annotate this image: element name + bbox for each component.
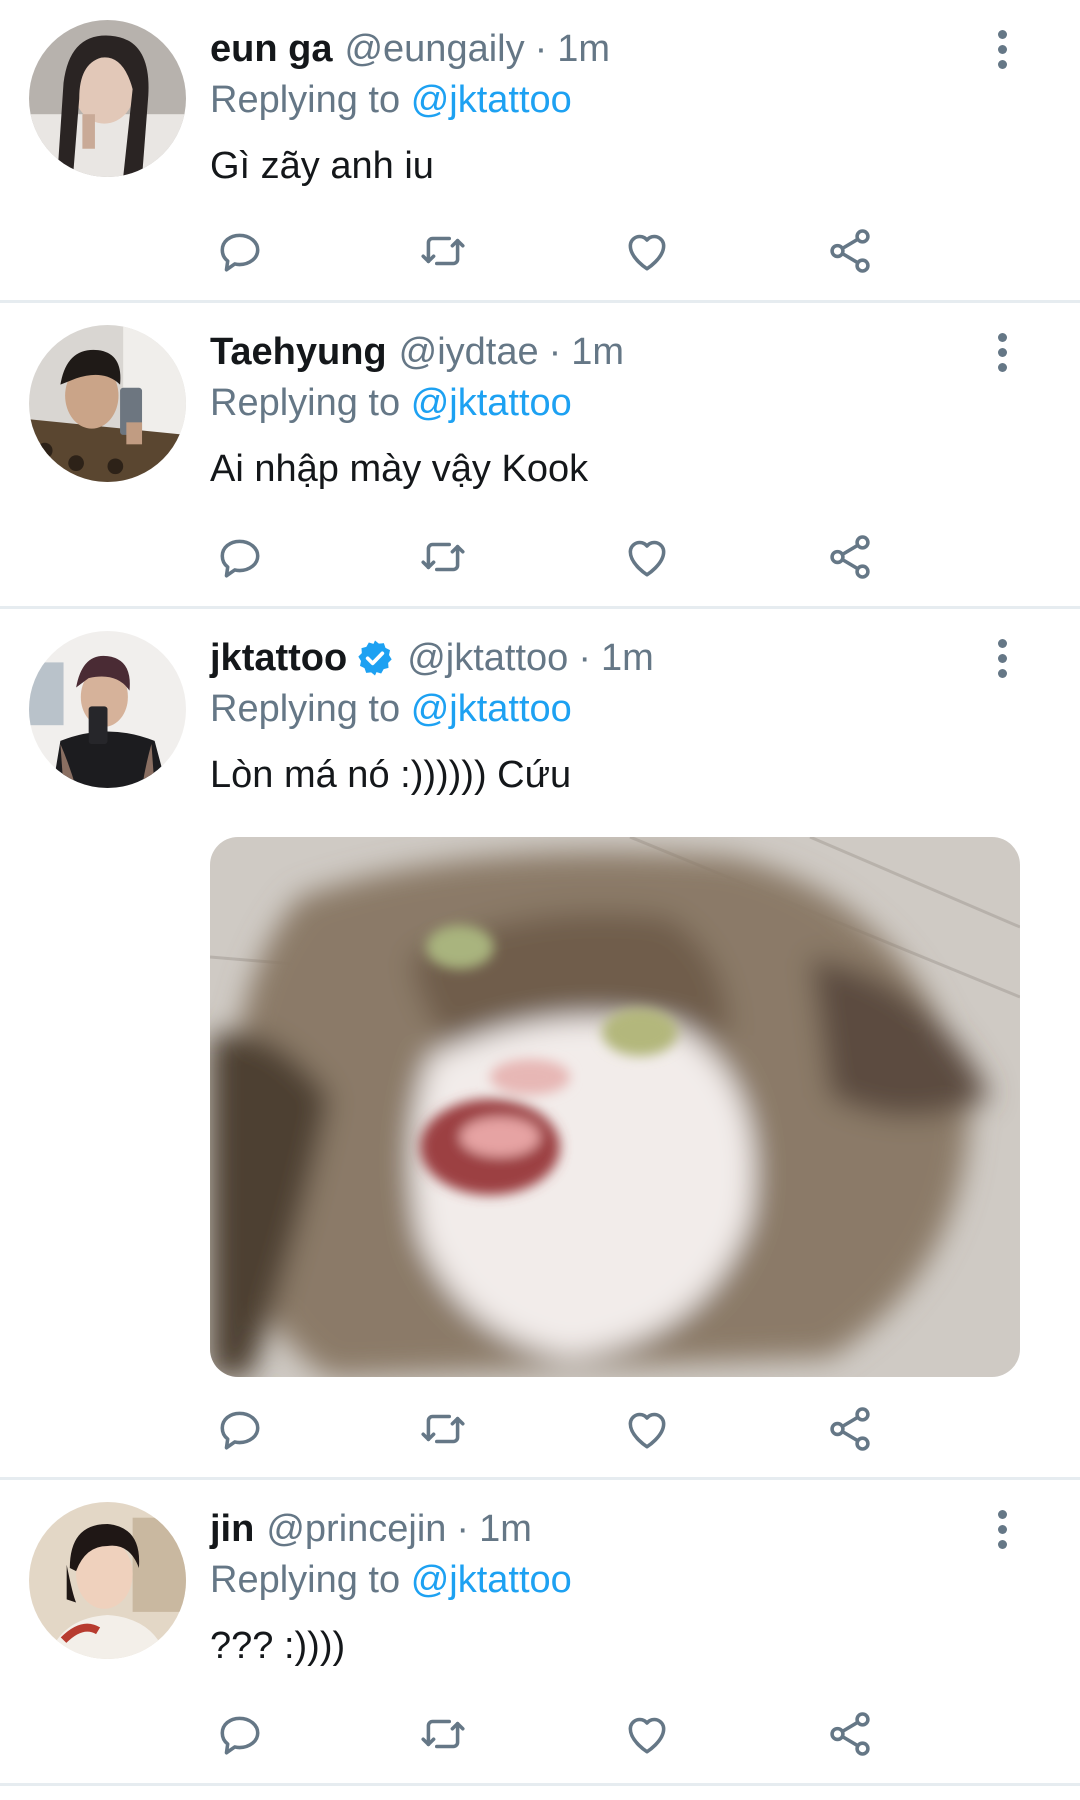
share-icon[interactable] (820, 527, 880, 587)
separator: · (548, 331, 562, 373)
heart-icon[interactable] (617, 221, 677, 281)
user-handle[interactable]: @princejin (266, 1504, 446, 1554)
timestamp[interactable]: 1m (571, 327, 624, 377)
tweet-media-image[interactable] (210, 837, 1020, 1377)
replying-to-line: Replying to @jktattoo (210, 1554, 1000, 1606)
timestamp[interactable]: 1m (557, 24, 610, 74)
reply-icon[interactable] (210, 1704, 270, 1764)
tweet-header: jin @princejin · 1m (210, 1504, 1000, 1554)
display-name[interactable]: jktattoo (210, 633, 347, 683)
user-handle[interactable]: @iydtae (399, 327, 539, 377)
display-name[interactable]: jin (210, 1504, 254, 1554)
mention-link[interactable]: @jktattoo (411, 1559, 572, 1601)
tweet-text: Ai nhập mày vậy Kook (210, 448, 589, 490)
share-icon[interactable] (820, 221, 880, 281)
tweet-card[interactable]: Taehyung @iydtae · 1m Replying to @jktat… (0, 303, 1080, 609)
tweet-actions (210, 221, 930, 281)
tweet-card[interactable]: jin @princejin · 1m Replying to @jktatto… (0, 1480, 1080, 1786)
more-options-icon[interactable] (982, 327, 1022, 377)
tweet-text: Gì zãy anh iu (210, 145, 434, 187)
separator: · (578, 637, 591, 679)
more-options-icon[interactable] (982, 633, 1022, 683)
replying-to-line: Replying to @jktattoo (210, 74, 1000, 126)
retweet-icon[interactable] (413, 1399, 473, 1459)
verified-badge-icon (355, 638, 395, 678)
tweet-text: ??? :)))) (210, 1625, 346, 1667)
retweet-icon[interactable] (413, 221, 473, 281)
heart-icon[interactable] (617, 1704, 677, 1764)
reply-icon[interactable] (210, 221, 270, 281)
avatar[interactable] (29, 325, 186, 482)
mention-link[interactable]: @jktattoo (411, 382, 572, 424)
retweet-icon[interactable] (413, 1704, 473, 1764)
heart-icon[interactable] (617, 527, 677, 587)
replying-prefix: Replying to (210, 688, 401, 730)
avatar[interactable] (29, 631, 186, 788)
mention-link[interactable]: @jktattoo (411, 79, 572, 121)
reply-icon[interactable] (210, 1399, 270, 1459)
share-icon[interactable] (820, 1399, 880, 1459)
mention-link[interactable]: @jktattoo (411, 688, 572, 730)
retweet-icon[interactable] (413, 527, 473, 587)
timestamp[interactable]: 1m (601, 633, 654, 683)
display-name[interactable]: Taehyung (210, 327, 387, 377)
tweet-header: Taehyung @iydtae · 1m (210, 327, 1000, 377)
more-options-icon[interactable] (982, 1504, 1022, 1554)
replying-to-line: Replying to @jktattoo (210, 377, 1000, 429)
separator: · (456, 1508, 470, 1550)
tweet-header: eun ga @eungaily · 1m (210, 24, 1000, 74)
replying-to-line: Replying to @jktattoo (210, 683, 1000, 735)
separator: · (534, 28, 548, 70)
share-icon[interactable] (820, 1704, 880, 1764)
tweet-card[interactable]: eun ga @eungaily · 1m Replying to @jktat… (0, 0, 1080, 303)
replying-prefix: Replying to (210, 1559, 401, 1601)
heart-icon[interactable] (617, 1399, 677, 1459)
tweet-card[interactable]: jktattoo @jktattoo · 1m Replying to @jkt… (0, 609, 1080, 1480)
more-options-icon[interactable] (982, 24, 1022, 74)
tweet-text: Lòn má nó :)))))) Cứu (210, 754, 572, 796)
tweet-actions (210, 527, 930, 587)
replying-prefix: Replying to (210, 79, 401, 121)
avatar[interactable] (29, 1502, 186, 1659)
timestamp[interactable]: 1m (479, 1504, 532, 1554)
tweet-actions (210, 1704, 930, 1764)
avatar[interactable] (29, 20, 186, 177)
timeline: eun ga @eungaily · 1m Replying to @jktat… (0, 0, 1080, 1786)
display-name[interactable]: eun ga (210, 24, 332, 74)
user-handle[interactable]: @eungaily (344, 24, 524, 74)
replying-prefix: Replying to (210, 382, 401, 424)
user-handle[interactable]: @jktattoo (407, 633, 568, 683)
tweet-actions (210, 1399, 930, 1459)
reply-icon[interactable] (210, 527, 270, 587)
tweet-header: jktattoo @jktattoo · 1m (210, 633, 1000, 683)
